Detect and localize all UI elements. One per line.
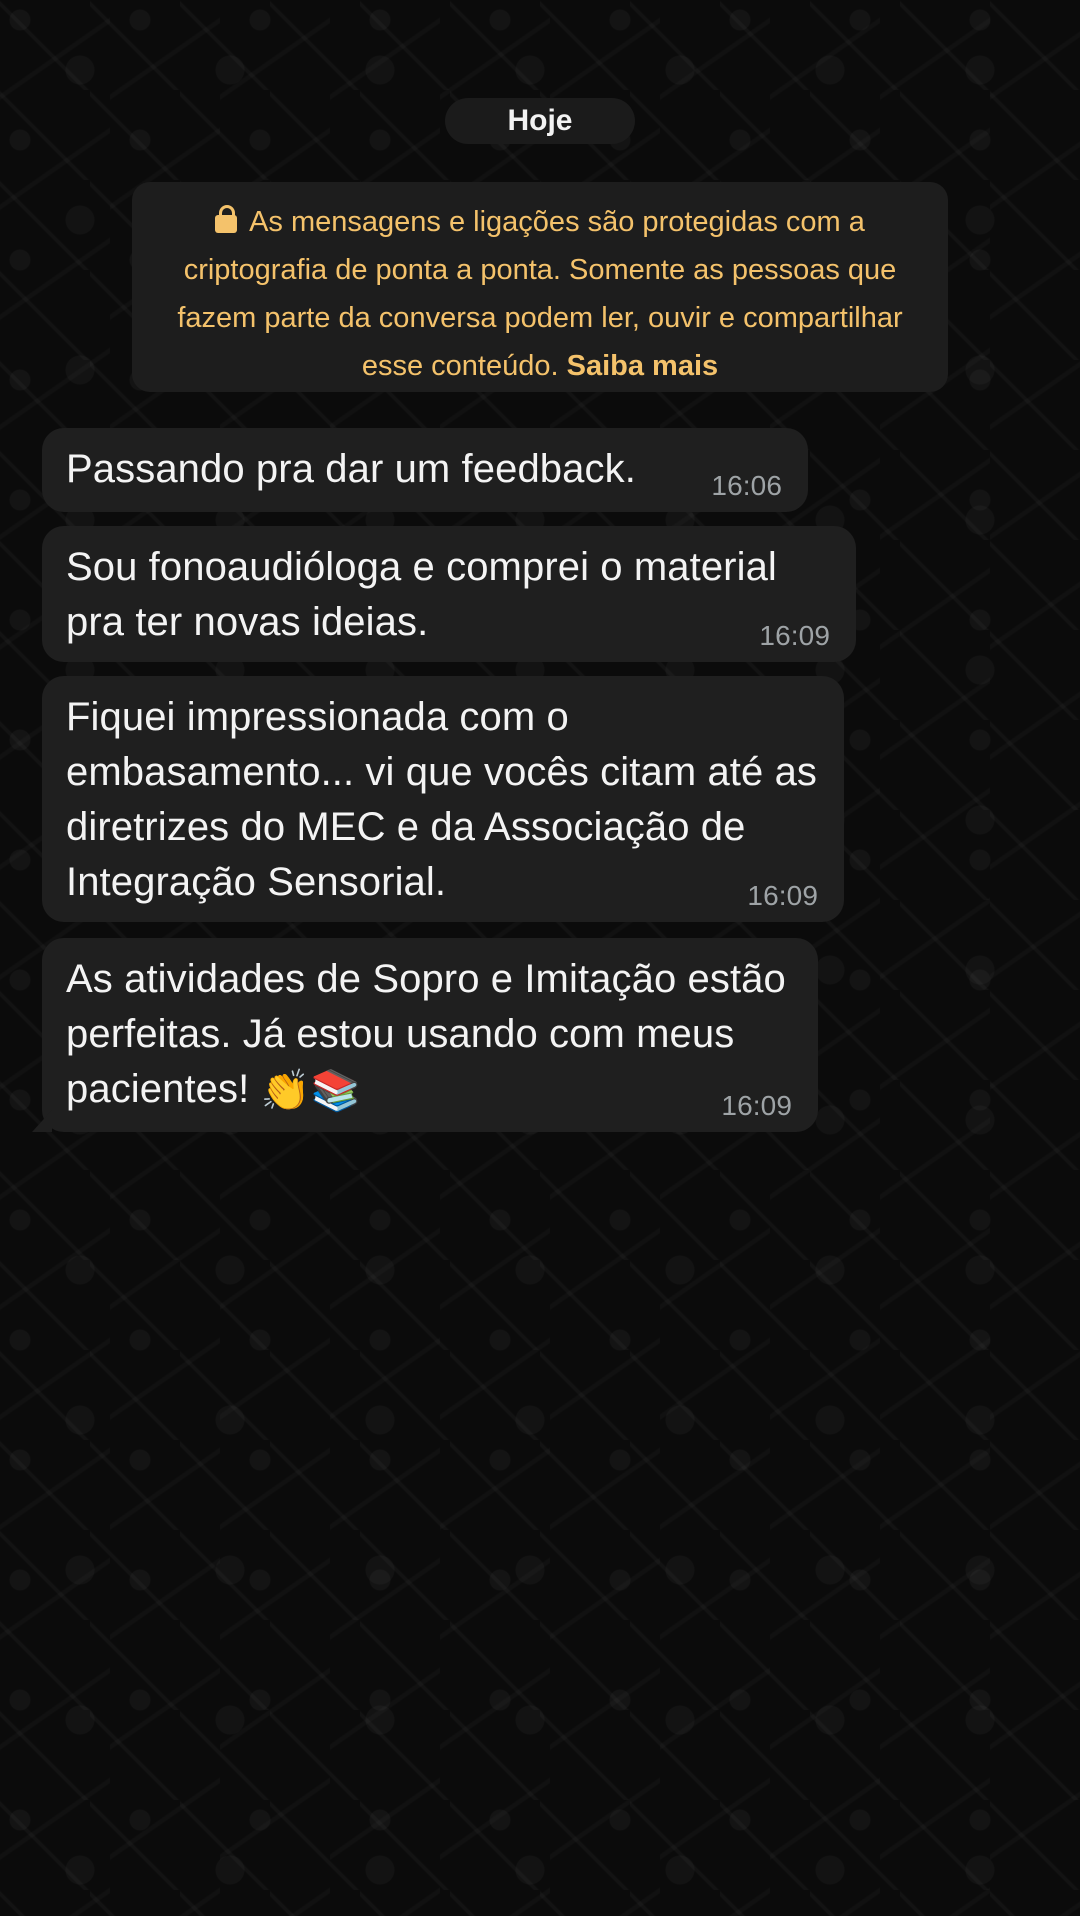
encryption-notice-text: As mensagens e ligações são protegidas c… [177, 206, 903, 382]
message-timestamp: 16:06 [711, 470, 782, 501]
message-bubble[interactable]: Fiquei impressionada com o embasamento..… [42, 676, 844, 922]
message-text-body: As atividades de Sopro e Imitação estão … [66, 957, 786, 1111]
message-text: Passando pra dar um feedback. [66, 447, 636, 491]
learn-more-link[interactable]: Saiba mais [567, 350, 719, 382]
message-text: As atividades de Sopro e Imitação estão … [66, 952, 794, 1117]
message-timestamp: 16:09 [759, 620, 830, 651]
lock-icon [215, 205, 238, 233]
message-bubble[interactable]: Sou fonoaudióloga e comprei o material p… [42, 526, 856, 662]
clapping-hands-icon: 👏 [260, 1069, 311, 1114]
date-separator: Hoje [445, 98, 635, 144]
chat-screen: Hoje As mensagens e ligações são protegi… [0, 0, 1080, 1916]
message-bubble[interactable]: As atividades de Sopro e Imitação estão … [42, 938, 818, 1132]
message-timestamp: 16:09 [721, 1090, 792, 1121]
message-text: Fiquei impressionada com o embasamento..… [66, 695, 818, 904]
message-text: Sou fonoaudióloga e comprei o material p… [66, 545, 777, 644]
encryption-notice[interactable]: As mensagens e ligações são protegidas c… [132, 182, 948, 392]
message-bubble[interactable]: Passando pra dar um feedback. 16:06 [42, 428, 808, 512]
message-timestamp: 16:09 [747, 880, 818, 911]
books-icon: 📚 [310, 1069, 361, 1114]
